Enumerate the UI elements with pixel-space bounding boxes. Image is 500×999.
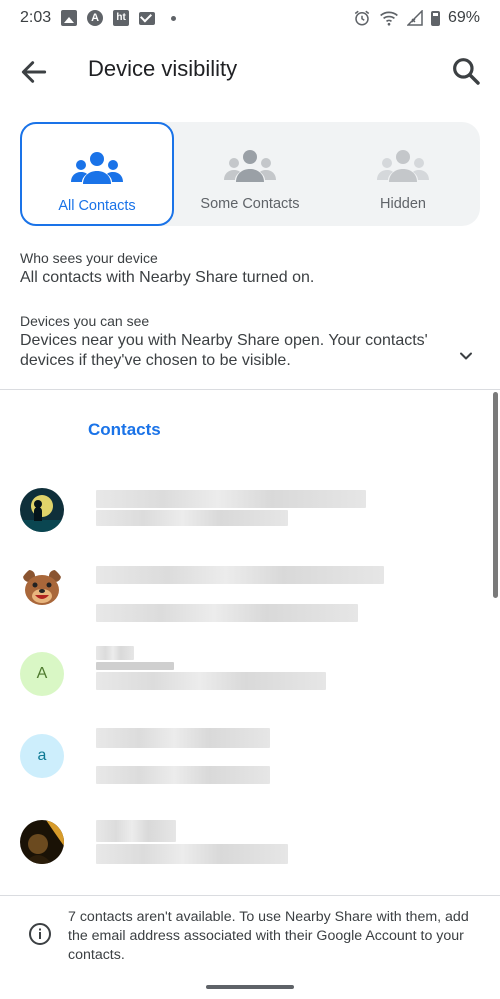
app-bar: Device visibility (0, 36, 500, 104)
cartoon-bear-photo-icon (20, 566, 64, 610)
all-contacts-people-icon (71, 152, 123, 184)
contact-row[interactable] (0, 806, 500, 882)
contact-avatar (20, 488, 64, 532)
info-icon (29, 923, 51, 945)
more-notifications-dot-icon (171, 15, 177, 21)
blurred-contact-email (96, 672, 326, 690)
option-some-contacts-label: Some Contacts (200, 196, 300, 212)
chevron-down-icon[interactable] (456, 346, 476, 366)
option-all-contacts[interactable]: All Contacts (20, 122, 174, 226)
blurred-contact-name (96, 646, 134, 660)
blurred-contact-name (96, 820, 176, 842)
unavailable-contacts-notice: 7 contacts aren't available. To use Near… (0, 896, 500, 968)
status-left: 2:03 A ht (20, 9, 177, 27)
status-bar: 2:03 A ht 69% (0, 0, 500, 36)
visibility-selector: All Contacts Some Contacts Hidden (20, 122, 480, 226)
who-sees-value: All contacts with Nearby Share turned on… (20, 269, 315, 286)
devices-see-value-line2: devices if they've chosen to be visible. (20, 352, 291, 369)
page-title: Device visibility (88, 56, 238, 81)
contact-avatar (20, 820, 64, 864)
option-all-contacts-label: All Contacts (58, 198, 136, 214)
option-some-contacts[interactable]: Some Contacts (174, 122, 326, 226)
silhouette-moon-photo-icon (20, 488, 64, 532)
contact-row[interactable]: A (0, 638, 500, 714)
blurred-contact-email (96, 604, 358, 622)
blurred-contact-email (96, 510, 288, 526)
contact-avatar-letter: a (20, 734, 64, 778)
contact-row[interactable] (0, 474, 500, 550)
blurred-contact-name (96, 662, 174, 670)
cellular-signal-icon (406, 10, 423, 26)
blurred-contact-name (96, 566, 384, 584)
scrollbar[interactable] (493, 392, 498, 598)
back-arrow-icon[interactable] (18, 56, 50, 88)
app-a-notification-icon: A (87, 10, 104, 26)
contact-avatar (20, 566, 64, 610)
contact-row[interactable] (0, 552, 500, 628)
battery-icon (430, 10, 440, 26)
wifi-icon (380, 11, 398, 26)
hidden-people-icon (377, 150, 429, 182)
contact-row[interactable]: a (0, 720, 500, 796)
search-icon[interactable] (450, 55, 482, 87)
gallery-notification-icon (61, 10, 78, 26)
devices-see-value-line1: Devices near you with Nearby Share open.… (20, 332, 428, 349)
contact-avatar-letter: A (20, 652, 64, 696)
some-contacts-people-icon (224, 150, 276, 182)
option-hidden[interactable]: Hidden (326, 122, 480, 226)
blurred-contact-email (96, 844, 288, 864)
blurred-contact-name (96, 490, 366, 508)
option-hidden-label: Hidden (380, 196, 426, 212)
dark-portrait-photo-icon (20, 820, 64, 864)
contacts-section-title: Contacts (88, 420, 161, 439)
navigation-handle[interactable] (206, 985, 294, 989)
mail-notification-icon (139, 11, 156, 25)
devices-see-label: Devices you can see (20, 313, 150, 329)
alarm-icon (354, 10, 370, 26)
blurred-contact-name (96, 728, 270, 748)
blurred-contact-email (96, 766, 270, 784)
status-right: 69% (353, 9, 480, 27)
battery-percentage: 69% (447, 9, 480, 26)
ht-notification-icon: ht (113, 10, 130, 26)
unavailable-contacts-text: 7 contacts aren't available. To use Near… (68, 909, 469, 963)
section-divider (0, 389, 500, 390)
status-time: 2:03 (20, 9, 52, 26)
who-sees-label: Who sees your device (20, 250, 158, 266)
